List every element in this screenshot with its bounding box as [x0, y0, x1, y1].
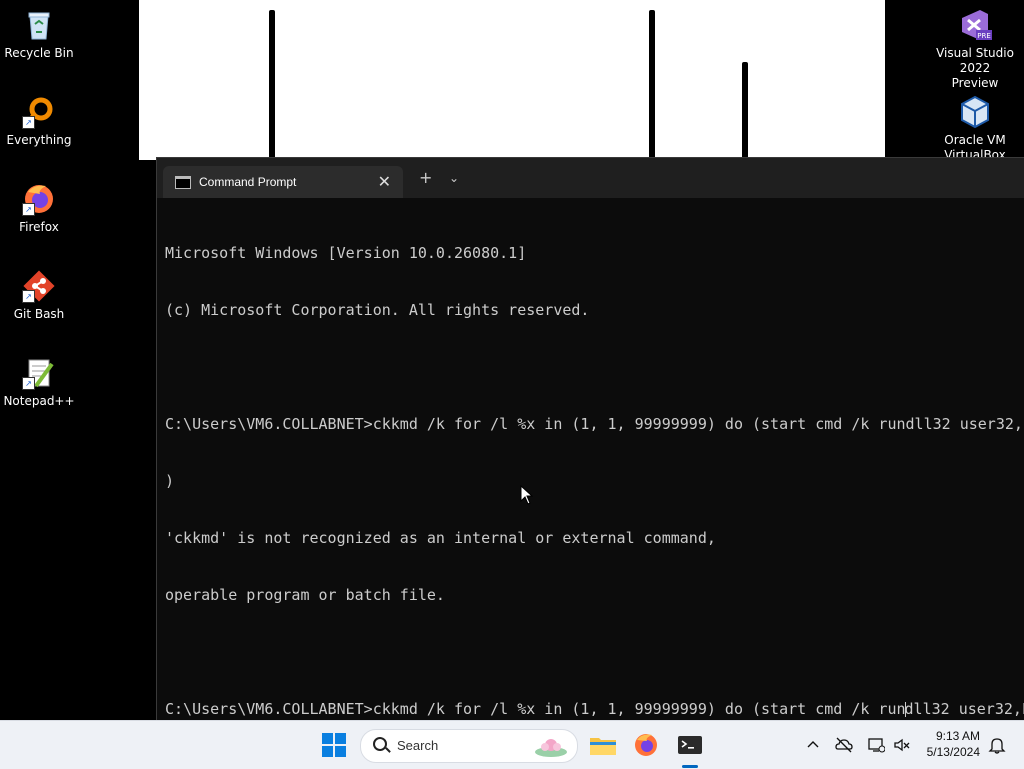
- console-text: dll32 user32,L: [904, 700, 1024, 718]
- everything-icon: ↗: [22, 95, 56, 129]
- start-button[interactable]: [318, 729, 350, 761]
- black-bar: [649, 10, 655, 160]
- desktop-icon-label: Firefox: [19, 220, 59, 234]
- cmd-icon: [175, 176, 191, 189]
- desktop-icon-firefox[interactable]: ↗ Firefox: [0, 182, 78, 235]
- desktop-icon-virtualbox[interactable]: Oracle VM VirtualBox: [936, 95, 1014, 163]
- desktop-icon-git-bash[interactable]: ↗ Git Bash: [0, 269, 78, 322]
- desktop-icon-label: Git Bash: [13, 307, 65, 321]
- notepadpp-icon: ↗: [22, 356, 56, 390]
- tab-command-prompt[interactable]: Command Prompt ✕: [163, 166, 403, 198]
- tab-title: Command Prompt: [199, 175, 297, 189]
- console-line: 'ckkmd' is not recognized as an internal…: [165, 529, 716, 547]
- search-box[interactable]: Search: [360, 729, 578, 763]
- new-tab-button[interactable]: +: [419, 170, 432, 186]
- clock[interactable]: 9:13 AM 5/13/2024: [927, 728, 980, 760]
- chevron-up-icon[interactable]: [806, 738, 820, 752]
- file-explorer-icon: [590, 738, 616, 755]
- search-highlight-icon: [535, 739, 567, 757]
- recycle-bin-icon: [22, 8, 56, 42]
- desktop-icon-label: Recycle Bin: [4, 46, 74, 60]
- desktop-icon-label: Everything: [6, 133, 72, 147]
- console-line-current: C:\Users\VM6.COLLABNET>ckkmd /k for /l %…: [165, 700, 1024, 719]
- black-bar: [742, 62, 748, 160]
- notification-bell-icon[interactable]: [988, 736, 1006, 754]
- desktop-icon-recycle-bin[interactable]: Recycle Bin: [0, 8, 78, 61]
- background-window[interactable]: [139, 0, 885, 160]
- svg-text:PRE: PRE: [977, 32, 991, 40]
- console-line: (c) Microsoft Corporation. All rights re…: [165, 301, 590, 319]
- start-icon: [322, 733, 346, 757]
- terminal-taskbar-button[interactable]: [674, 729, 706, 761]
- clock-date: 5/13/2024: [926, 745, 980, 759]
- onedrive-offline-icon[interactable]: [835, 736, 853, 754]
- git-bash-icon: ↗: [22, 269, 56, 303]
- firefox-icon: [635, 734, 657, 756]
- clock-time: 9:13 AM: [935, 729, 980, 743]
- desktop-icon-everything[interactable]: ↗ Everything: [0, 95, 78, 148]
- shortcut-arrow-icon: ↗: [22, 116, 35, 129]
- search-placeholder: Search: [397, 738, 439, 753]
- shortcut-arrow-icon: ↗: [22, 290, 35, 303]
- console-line: C:\Users\VM6.COLLABNET>ckkmd /k for /l %…: [165, 415, 1024, 433]
- chevron-down-icon[interactable]: ⌄: [449, 170, 459, 186]
- terminal-icon: [678, 736, 702, 754]
- console-line: Microsoft Windows [Version 10.0.26080.1]: [165, 244, 527, 262]
- console-line: operable program or batch file.: [165, 586, 445, 604]
- console-text: C:\Users\VM6.COLLABNET>ckkmd /k for /l %…: [165, 700, 906, 718]
- desktop-icon-visual-studio[interactable]: PRE Visual Studio 2022 Preview: [936, 8, 1014, 91]
- terminal-tab-bar: Command Prompt ✕ + ⌄: [157, 158, 1024, 198]
- file-explorer-button[interactable]: [587, 729, 619, 761]
- firefox-icon: ↗: [22, 182, 56, 216]
- visual-studio-icon: PRE: [958, 8, 992, 42]
- close-tab-button[interactable]: ✕: [378, 172, 391, 191]
- shortcut-arrow-icon: ↗: [22, 377, 35, 390]
- search-icon: [373, 737, 387, 751]
- firefox-taskbar-button[interactable]: [630, 729, 662, 761]
- black-bar: [269, 10, 275, 160]
- network-icon[interactable]: [867, 736, 885, 754]
- desktop-icon-notepadpp[interactable]: ↗ Notepad++: [0, 356, 78, 409]
- terminal-window[interactable]: Command Prompt ✕ + ⌄ Microsoft Windows […: [156, 157, 1024, 721]
- desktop-icon-label: Visual Studio 2022 Preview: [936, 46, 1014, 90]
- desktop-icon-label: Notepad++: [3, 394, 75, 408]
- volume-muted-icon[interactable]: [893, 736, 911, 754]
- console-output[interactable]: Microsoft Windows [Version 10.0.26080.1]…: [165, 206, 1024, 721]
- taskbar: Search 9:13 AM 5/13/2024: [0, 720, 1024, 769]
- virtualbox-icon: [958, 95, 992, 129]
- shortcut-arrow-icon: ↗: [22, 203, 35, 216]
- console-line: ): [165, 472, 175, 490]
